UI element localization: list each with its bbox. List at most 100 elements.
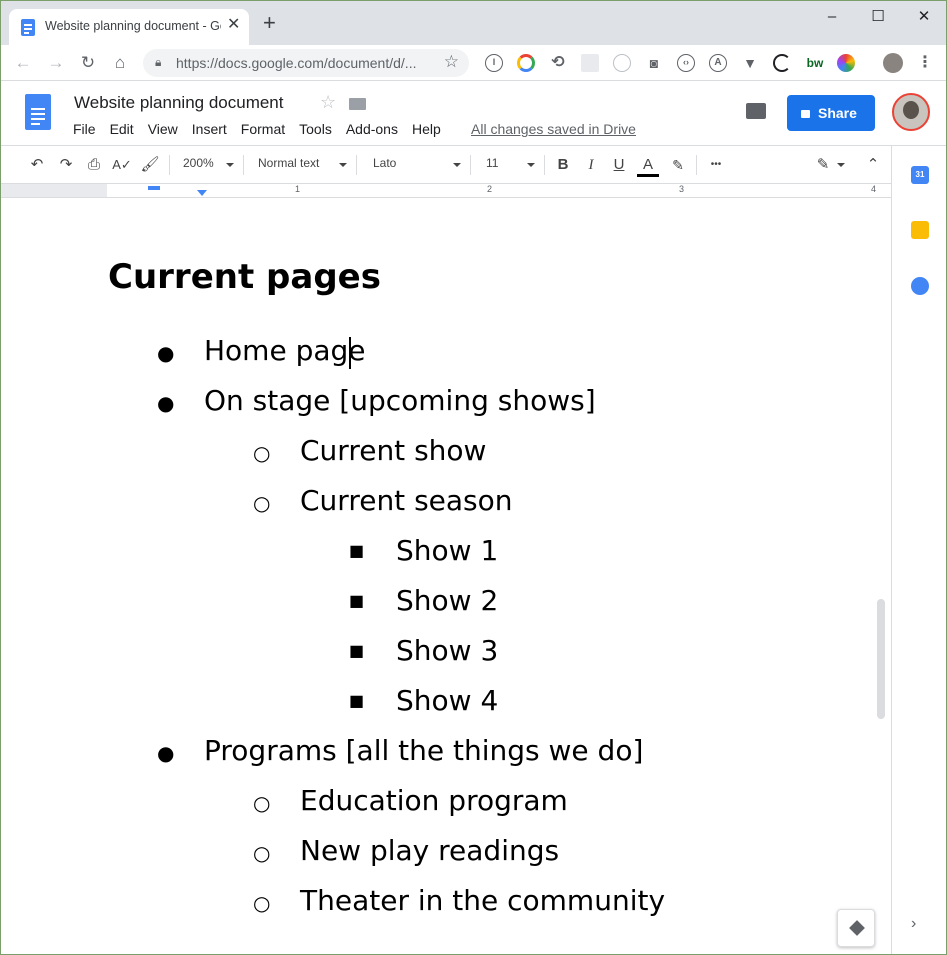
target-icon[interactable] bbox=[613, 54, 631, 72]
bookmark-star-icon[interactable]: ☆ bbox=[444, 52, 459, 72]
toolbar-divider bbox=[544, 155, 545, 175]
editing-mode-icon[interactable]: ✎ bbox=[813, 155, 833, 175]
list-bullet: ■ bbox=[349, 641, 365, 660]
collapse-menus-icon[interactable]: ⌃ bbox=[863, 155, 883, 175]
document-title[interactable]: Website planning document bbox=[74, 93, 284, 113]
toolbar-divider bbox=[470, 155, 471, 175]
menu-help[interactable]: Help bbox=[412, 121, 441, 137]
highlight-icon[interactable]: ✎ bbox=[668, 155, 688, 175]
url-text: https://docs.google.com/document/d/... bbox=[176, 55, 417, 71]
sync-icon[interactable]: ⟲ bbox=[549, 54, 567, 72]
list-item: Show 1 bbox=[396, 534, 499, 567]
first-line-indent-marker[interactable] bbox=[148, 186, 160, 190]
folder-icon[interactable] bbox=[349, 98, 366, 110]
forward-arrow-icon[interactable]: → bbox=[45, 52, 67, 74]
reload-icon[interactable]: ↻ bbox=[77, 52, 99, 74]
redo-icon[interactable]: ↷ bbox=[56, 155, 76, 175]
close-window-button[interactable]: ✕ bbox=[909, 7, 939, 27]
ruler[interactable]: 1 2 3 4 bbox=[1, 184, 891, 198]
undo-icon[interactable]: ↶ bbox=[27, 155, 47, 175]
tab-title: Website planning document - Go bbox=[45, 19, 221, 33]
camera-icon[interactable]: ◙ bbox=[645, 54, 663, 72]
maximize-button[interactable]: ☐ bbox=[863, 7, 893, 27]
new-tab-button[interactable]: + bbox=[263, 12, 276, 34]
navigation-bar: ← → ↻ ⌂ 🔒︎ https://docs.google.com/docum… bbox=[1, 45, 946, 81]
bold-button[interactable]: B bbox=[553, 155, 573, 175]
lock-icon: 🔒︎ bbox=[155, 55, 162, 69]
more-icon[interactable]: ⋮ bbox=[916, 54, 934, 72]
chevron-down-icon[interactable] bbox=[339, 163, 347, 167]
list-bullet: ○ bbox=[253, 491, 271, 515]
ruler-label: 1 bbox=[295, 184, 301, 194]
account-avatar[interactable] bbox=[892, 93, 930, 131]
font-size-select[interactable]: 11 bbox=[486, 156, 498, 170]
docs-header: Website planning document ☆ File Edit View… bbox=[1, 82, 946, 146]
menu-file[interactable]: File bbox=[73, 121, 96, 137]
list-item: Show 3 bbox=[396, 634, 499, 667]
tasks-icon[interactable] bbox=[911, 277, 929, 295]
close-tab-icon[interactable]: ✕ bbox=[227, 17, 240, 33]
browser-tab[interactable]: Website planning document - Go ✕ bbox=[9, 9, 249, 45]
address-bar[interactable]: 🔒︎ https://docs.google.com/document/d/..… bbox=[143, 49, 469, 77]
color-icon[interactable] bbox=[517, 54, 535, 72]
spellcheck-icon[interactable]: A✓ bbox=[112, 155, 132, 175]
docs-logo-icon[interactable] bbox=[25, 94, 51, 130]
underline-button[interactable]: U bbox=[609, 155, 629, 175]
left-indent-marker[interactable] bbox=[197, 190, 207, 196]
list-item: Current season bbox=[300, 484, 513, 517]
explore-button[interactable] bbox=[837, 909, 875, 947]
list-bullet: ● bbox=[157, 341, 175, 365]
italic-button[interactable]: I bbox=[581, 155, 601, 175]
chevron-down-icon[interactable] bbox=[226, 163, 234, 167]
browser-window: Website planning document - Go ✕ + – ☐ ✕… bbox=[0, 0, 947, 955]
list-bullet: ● bbox=[157, 741, 175, 765]
menu-view[interactable]: View bbox=[148, 121, 178, 137]
chevron-right-icon[interactable]: › bbox=[911, 915, 916, 933]
share-button[interactable]: Share bbox=[787, 95, 875, 131]
list-item: Home page bbox=[204, 334, 366, 367]
chevron-down-icon[interactable] bbox=[527, 163, 535, 167]
vertical-scrollbar[interactable] bbox=[877, 599, 885, 719]
star-icon[interactable]: ☆ bbox=[320, 92, 336, 113]
text-color-button[interactable]: A bbox=[637, 155, 659, 177]
colorwheel-icon[interactable] bbox=[837, 54, 855, 72]
comment-history-icon[interactable] bbox=[746, 103, 766, 119]
toolbar-divider bbox=[356, 155, 357, 175]
grid-icon[interactable] bbox=[581, 54, 599, 72]
v-icon[interactable]: ▼ bbox=[741, 54, 759, 72]
minimize-button[interactable]: – bbox=[817, 7, 847, 27]
calendar-icon[interactable]: 31 bbox=[911, 166, 929, 184]
formatting-toolbar: ↶ ↷ ⎙ A✓ 🖌︎ 200% Normal text Lato 11 B I… bbox=[1, 146, 891, 184]
keep-icon[interactable] bbox=[911, 221, 929, 239]
menu-edit[interactable]: Edit bbox=[110, 121, 134, 137]
paint-format-icon[interactable]: 🖌︎ bbox=[140, 155, 160, 175]
menu-tools[interactable]: Tools bbox=[299, 121, 332, 137]
menu-insert[interactable]: Insert bbox=[192, 121, 227, 137]
print-icon[interactable]: ⎙ bbox=[84, 155, 104, 175]
list-bullet: ○ bbox=[253, 841, 271, 865]
paragraph-style-select[interactable]: Normal text bbox=[258, 156, 319, 170]
a-circle-icon[interactable]: A bbox=[709, 54, 727, 72]
menu-addons[interactable]: Add-ons bbox=[346, 121, 398, 137]
list-item: Current show bbox=[300, 434, 487, 467]
document-canvas[interactable]: Current pages ● Home page ● On stage [upcom… bbox=[1, 199, 891, 941]
list-bullet: ■ bbox=[349, 541, 365, 560]
bw-icon[interactable]: bw bbox=[803, 54, 827, 72]
list-bullet: ○ bbox=[253, 441, 271, 465]
more-options-button[interactable]: ••• bbox=[704, 155, 728, 175]
font-select[interactable]: Lato bbox=[373, 156, 396, 170]
save-status[interactable]: All changes saved in Drive bbox=[471, 121, 636, 137]
home-icon[interactable]: ⌂ bbox=[109, 52, 131, 74]
1password-icon[interactable]: I bbox=[485, 54, 503, 72]
chevron-down-icon[interactable] bbox=[453, 163, 461, 167]
list-item: Programs [all the things we do] bbox=[204, 734, 644, 767]
tab-strip: Website planning document - Go ✕ + – ☐ ✕ bbox=[1, 1, 946, 45]
g-icon[interactable] bbox=[773, 54, 791, 72]
profile-icon[interactable] bbox=[883, 53, 903, 73]
code-icon[interactable]: ‹› bbox=[677, 54, 695, 72]
back-arrow-icon[interactable]: ← bbox=[12, 52, 34, 74]
menu-format[interactable]: Format bbox=[241, 121, 285, 137]
zoom-select[interactable]: 200% bbox=[183, 156, 214, 170]
ruler-margin bbox=[1, 184, 107, 197]
chevron-down-icon[interactable] bbox=[837, 163, 845, 167]
